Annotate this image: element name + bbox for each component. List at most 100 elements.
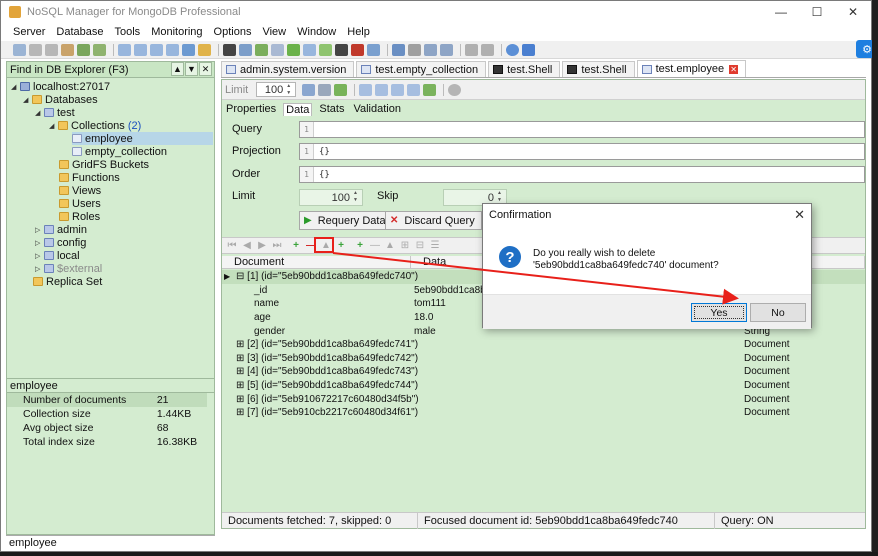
tree-node-empty-collection[interactable]: empty_collection xyxy=(72,145,167,158)
tree-node-employee[interactable]: employee xyxy=(72,132,213,145)
options-icon[interactable] xyxy=(481,43,494,56)
settings-icon[interactable] xyxy=(448,83,462,96)
connect-icon[interactable] xyxy=(13,43,26,56)
grid-view-icon[interactable] xyxy=(359,83,373,96)
next-page-icon[interactable] xyxy=(302,83,316,96)
table-row[interactable]: ⊞ [7] (id="5eb910cb2217c60480d34f61") Doc… xyxy=(222,406,865,420)
user-icon[interactable] xyxy=(182,43,195,56)
edit-field-icon[interactable]: ▲ xyxy=(384,240,396,251)
run-icon[interactable] xyxy=(319,43,332,56)
chevron-down-icon[interactable]: ▼ xyxy=(185,62,198,76)
tree-node-server[interactable]: ◢ localhost:27017 xyxy=(11,80,110,93)
tree-node-db-local[interactable]: ▷ local xyxy=(35,249,80,262)
expand-icon[interactable]: ▷ xyxy=(35,226,44,234)
collapse-all-icon[interactable]: ⊟ xyxy=(414,240,426,251)
maximize-icon[interactable]: ☐ xyxy=(799,1,835,23)
refresh-icon[interactable] xyxy=(45,43,58,56)
tree-node-db-admin[interactable]: ▷ admin xyxy=(35,223,87,236)
sql-icon[interactable] xyxy=(239,43,252,56)
close-icon[interactable]: ✕ xyxy=(835,1,871,23)
menu-server[interactable]: Server xyxy=(13,26,45,38)
menu-database[interactable]: Database xyxy=(56,26,103,38)
tab-test-shell-2[interactable]: test.Shell xyxy=(562,61,635,77)
tree-node-db-config[interactable]: ▷ config xyxy=(35,236,86,249)
insert-document-icon[interactable]: + xyxy=(335,240,347,251)
order-editor[interactable]: 1 {} xyxy=(299,166,865,183)
console-icon[interactable] xyxy=(335,43,348,56)
menu-view[interactable]: View xyxy=(262,26,286,38)
requery-button[interactable]: ▶ Requery Data xyxy=(299,211,393,230)
tree-icon[interactable] xyxy=(255,43,268,56)
tree-node-views[interactable]: Views xyxy=(59,184,101,197)
add-document-icon[interactable]: + xyxy=(290,240,302,251)
collapse-icon[interactable]: ◢ xyxy=(11,83,20,91)
tree-view-icon[interactable] xyxy=(375,83,389,96)
tree-node-collections[interactable]: ◢ Collections (2) xyxy=(49,119,141,132)
expand-all-icon[interactable]: ⊞ xyxy=(399,240,411,251)
menu-help[interactable]: Help xyxy=(347,26,370,38)
layout-icon[interactable] xyxy=(440,43,453,56)
limit-input[interactable]: 100 xyxy=(299,189,363,206)
export-icon[interactable] xyxy=(303,43,316,56)
limit-bar-stepper[interactable]: 100 xyxy=(256,82,297,97)
window-icon[interactable] xyxy=(424,43,437,56)
collapse-icon[interactable]: ◢ xyxy=(35,109,44,117)
table-row[interactable]: ⊞ [4] (id="5eb90bdd1ca8ba649fedc743") Doc… xyxy=(222,365,865,379)
discard-query-button[interactable]: ✕ Discard Query xyxy=(385,211,482,230)
close-tab-icon[interactable]: ✕ xyxy=(729,64,739,74)
last-record-icon[interactable]: ⏭ xyxy=(271,240,283,251)
tree-node-databases[interactable]: ◢ Databases xyxy=(23,93,98,106)
new-collection-icon[interactable] xyxy=(118,43,131,56)
database-icon[interactable] xyxy=(367,43,380,56)
edit-icon[interactable] xyxy=(61,43,74,56)
filter-icon[interactable] xyxy=(318,83,332,96)
tree-node-users[interactable]: Users xyxy=(59,197,101,210)
tree-node-gridfs[interactable]: GridFS Buckets xyxy=(59,158,149,171)
tab-admin-system-version[interactable]: admin.system.version xyxy=(221,61,355,77)
tab-data[interactable]: Data xyxy=(283,102,313,116)
tree-node-roles[interactable]: Roles xyxy=(59,210,100,223)
grid-icon[interactable] xyxy=(271,43,284,56)
import-icon[interactable] xyxy=(198,43,211,56)
tab-properties[interactable]: Properties xyxy=(224,103,278,115)
table-view-icon[interactable] xyxy=(407,83,421,96)
menu-window[interactable]: Window xyxy=(297,26,336,38)
menu-tools[interactable]: Tools xyxy=(115,26,141,38)
table-row[interactable]: ⊞ [6] (id="5eb910672217c60480d34f5b") Doc… xyxy=(222,392,865,406)
expand-icon[interactable]: ▷ xyxy=(35,239,44,247)
tools-icon[interactable] xyxy=(77,43,90,56)
table-row[interactable]: ⊞ [3] (id="5eb90bdd1ca8ba649fedc742") Doc… xyxy=(222,352,865,366)
next-record-icon[interactable]: ▶ xyxy=(256,240,268,251)
tab-stats[interactable]: Stats xyxy=(317,103,346,115)
close-panel-icon[interactable]: ✕ xyxy=(199,62,212,76)
table-row[interactable]: ⊞ [5] (id="5eb90bdd1ca8ba649fedc744") Doc… xyxy=(222,379,865,393)
export-data-icon[interactable] xyxy=(423,83,437,96)
tree-node-db-external[interactable]: ▷ $external xyxy=(35,262,102,275)
minimize-icon[interactable]: — xyxy=(763,1,799,23)
shell-icon[interactable] xyxy=(223,43,236,56)
sync-icon[interactable] xyxy=(93,43,106,56)
find-bar[interactable]: Find in DB Explorer (F3) ▲ ▼ ✕ xyxy=(7,62,214,78)
monitor-icon[interactable] xyxy=(392,43,405,56)
about-icon[interactable] xyxy=(522,43,535,56)
table-row[interactable]: ⊞ [2] (id="5eb90bdd1ca8ba649fedc741") Doc… xyxy=(222,338,865,352)
chevron-up-icon[interactable]: ▲ xyxy=(171,62,184,76)
stop-icon[interactable] xyxy=(351,43,364,56)
first-record-icon[interactable]: ⏮ xyxy=(226,240,238,251)
tab-validation[interactable]: Validation xyxy=(351,103,403,115)
yes-button[interactable]: Yes xyxy=(691,303,747,322)
projection-editor[interactable]: 1 {} xyxy=(299,143,865,160)
add-field-icon[interactable]: + xyxy=(354,240,366,251)
no-button[interactable]: No xyxy=(750,303,806,322)
disconnect-icon[interactable] xyxy=(29,43,42,56)
view-icon[interactable] xyxy=(150,43,163,56)
json-view-icon[interactable] xyxy=(391,83,405,96)
menu-monitoring[interactable]: Monitoring xyxy=(151,26,202,38)
collapse-icon[interactable]: ◢ xyxy=(49,122,58,130)
tab-test-shell-1[interactable]: test.Shell xyxy=(488,61,561,77)
column-document[interactable]: Document xyxy=(222,256,411,269)
remove-field-icon[interactable]: — xyxy=(369,240,381,251)
menu-options[interactable]: Options xyxy=(214,26,252,38)
expand-icon[interactable]: ▷ xyxy=(35,265,44,273)
help-icon[interactable] xyxy=(506,43,519,56)
